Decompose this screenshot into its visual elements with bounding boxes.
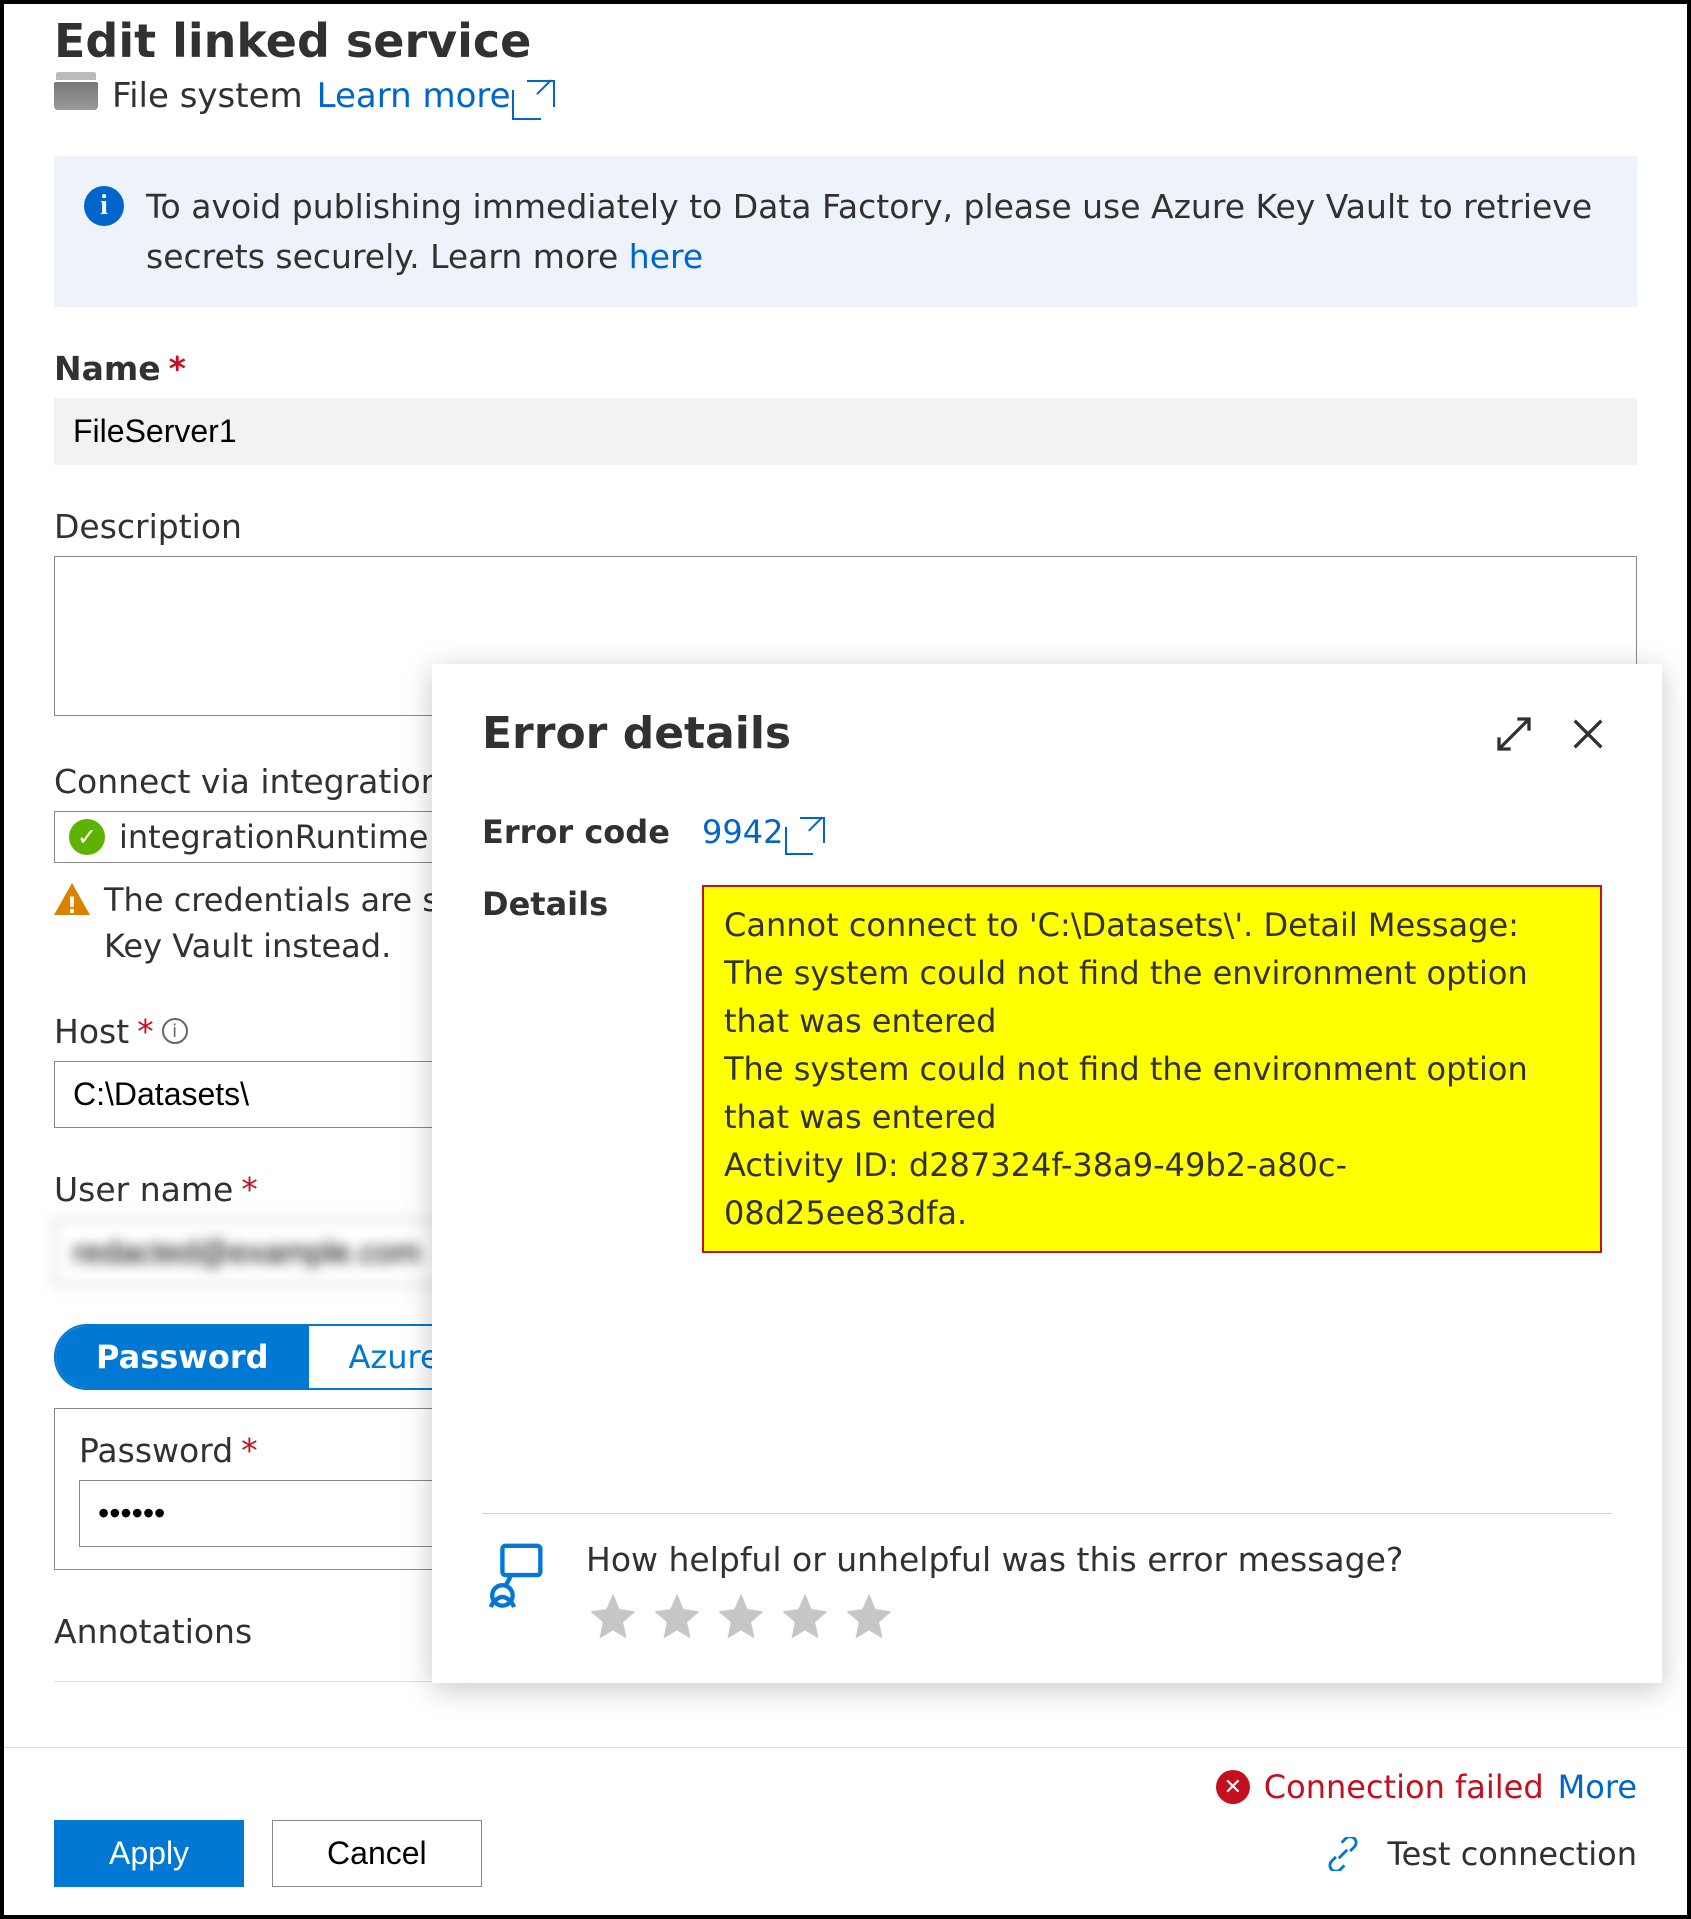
page-title: Edit linked service [54, 14, 1637, 68]
info-icon[interactable]: i [162, 1018, 188, 1044]
star-4[interactable] [778, 1589, 832, 1643]
external-link-icon [800, 817, 826, 843]
file-system-icon [54, 82, 98, 110]
info-icon: i [84, 186, 124, 226]
error-details-panel: Error details Error code 9942 [432, 664, 1662, 1683]
close-icon[interactable] [1564, 710, 1612, 758]
error-details-text: Cannot connect to 'C:\Datasets\'. Detail… [702, 885, 1602, 1253]
description-label: Description [54, 507, 1637, 546]
error-code-link[interactable]: 9942 [702, 813, 825, 851]
info-text: To avoid publishing immediately to Data … [146, 187, 1592, 276]
details-label: Details [482, 885, 702, 923]
footer: ✕ Connection failed More Apply Cancel Te… [4, 1747, 1687, 1915]
keyvault-info-banner: i To avoid publishing immediately to Dat… [54, 156, 1637, 307]
cancel-button[interactable]: Cancel [272, 1820, 482, 1887]
flyout-title: Error details [482, 708, 1490, 759]
connection-status-text: Connection failed [1264, 1768, 1544, 1806]
check-icon: ✓ [69, 819, 105, 855]
name-label: Name* [54, 349, 1637, 388]
external-link-icon [527, 80, 554, 107]
info-learn-more-link[interactable]: here [629, 237, 703, 276]
feedback-icon [482, 1540, 552, 1610]
test-connection-button[interactable]: Test connection [1388, 1835, 1638, 1873]
expand-icon[interactable] [1490, 710, 1538, 758]
star-3[interactable] [714, 1589, 768, 1643]
error-code-label: Error code [482, 813, 702, 851]
divider [482, 1513, 1612, 1514]
name-input[interactable] [54, 398, 1637, 465]
tab-password[interactable]: Password [56, 1326, 309, 1388]
error-icon: ✕ [1216, 1770, 1250, 1804]
feedback-question: How helpful or unhelpful was this error … [586, 1540, 1403, 1579]
star-rating [586, 1589, 1403, 1643]
star-2[interactable] [650, 1589, 704, 1643]
star-1[interactable] [586, 1589, 640, 1643]
apply-button[interactable]: Apply [54, 1820, 244, 1887]
learn-more-link[interactable]: Learn more [317, 76, 555, 116]
plug-icon [1326, 1837, 1360, 1871]
more-link[interactable]: More [1558, 1768, 1637, 1806]
connector-type-label: File system [112, 76, 303, 116]
star-5[interactable] [842, 1589, 896, 1643]
warning-icon [54, 883, 90, 915]
